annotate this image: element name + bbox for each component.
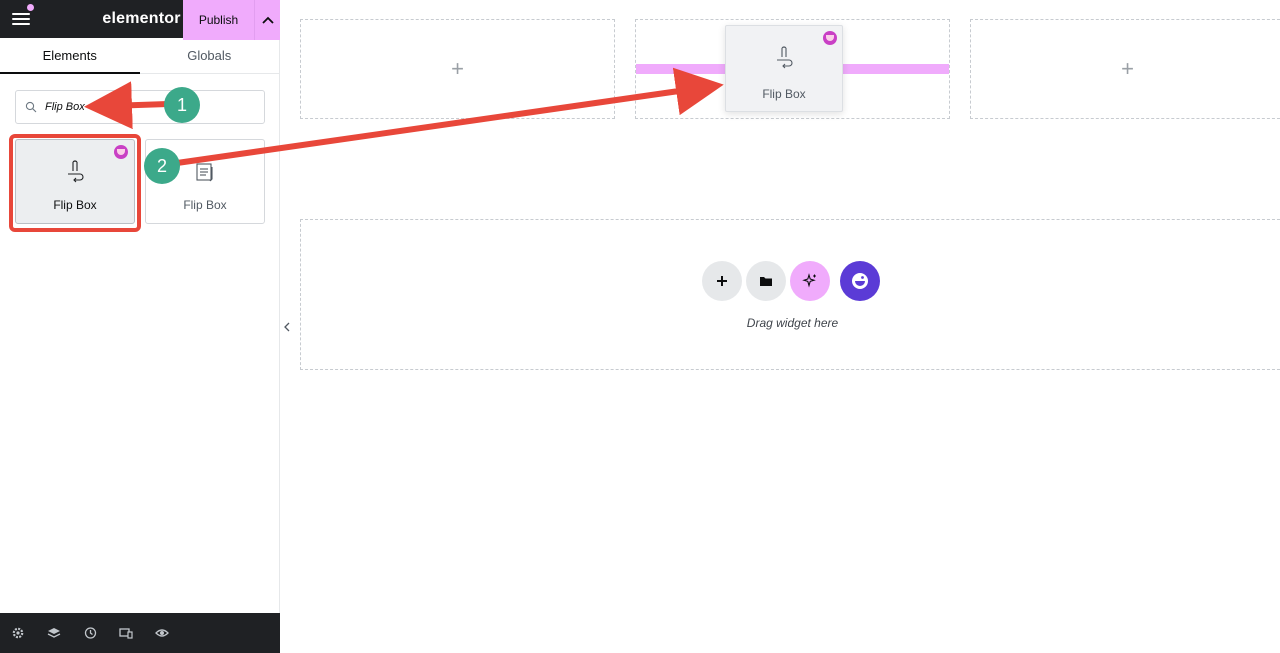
add-container-button[interactable] xyxy=(702,261,742,301)
sparkle-icon xyxy=(802,273,816,288)
add-widget-icon[interactable]: + xyxy=(451,56,464,82)
chevron-up-icon[interactable] xyxy=(254,0,280,40)
empty-column[interactable]: + xyxy=(970,19,1280,119)
editor-root: elementor Elements Globals Flip Box Flip… xyxy=(0,0,1280,653)
eye-icon[interactable] xyxy=(144,613,180,653)
widget-label: Flip Box xyxy=(183,198,227,212)
flip-box-icon xyxy=(196,163,213,182)
gear-icon[interactable] xyxy=(0,613,36,653)
flip-box-icon xyxy=(777,46,793,69)
search-value: Flip Box xyxy=(45,101,85,113)
template-library-button[interactable] xyxy=(746,261,786,301)
dropzone-actions xyxy=(702,261,880,301)
kit-library-button[interactable] xyxy=(840,261,880,301)
ai-button[interactable] xyxy=(790,261,830,301)
panel-footer xyxy=(0,613,280,653)
add-widget-icon[interactable]: + xyxy=(1121,56,1134,82)
responsive-icon[interactable] xyxy=(108,613,144,653)
pro-badge-icon xyxy=(823,31,837,45)
step-1-callout: 1 xyxy=(164,87,200,123)
notification-dot xyxy=(27,4,34,11)
search-icon xyxy=(25,101,37,113)
layers-icon[interactable] xyxy=(36,613,72,653)
collapse-panel-handle[interactable] xyxy=(280,306,294,348)
plus-icon xyxy=(717,276,727,286)
panel-tabs: Elements Globals xyxy=(0,38,279,74)
chevron-left-icon xyxy=(284,322,290,332)
dropzone-label: Drag widget here xyxy=(746,316,839,330)
elementor-logo: elementor xyxy=(102,10,181,27)
tab-elements[interactable]: Elements xyxy=(0,38,140,74)
smiley-icon xyxy=(852,273,868,289)
elements-panel: elementor Elements Globals Flip Box Flip… xyxy=(0,0,280,653)
publish-button[interactable]: Publish xyxy=(183,0,254,40)
tab-globals[interactable]: Globals xyxy=(140,38,280,73)
highlight-box xyxy=(9,134,141,232)
dragged-widget-label: Flip Box xyxy=(762,87,806,101)
step-2-callout: 2 xyxy=(144,148,180,184)
search-input[interactable]: Flip Box xyxy=(15,90,265,124)
menu-icon[interactable] xyxy=(12,12,30,26)
history-icon[interactable] xyxy=(72,613,108,653)
folder-icon xyxy=(760,277,772,286)
empty-column[interactable]: + xyxy=(300,19,615,119)
